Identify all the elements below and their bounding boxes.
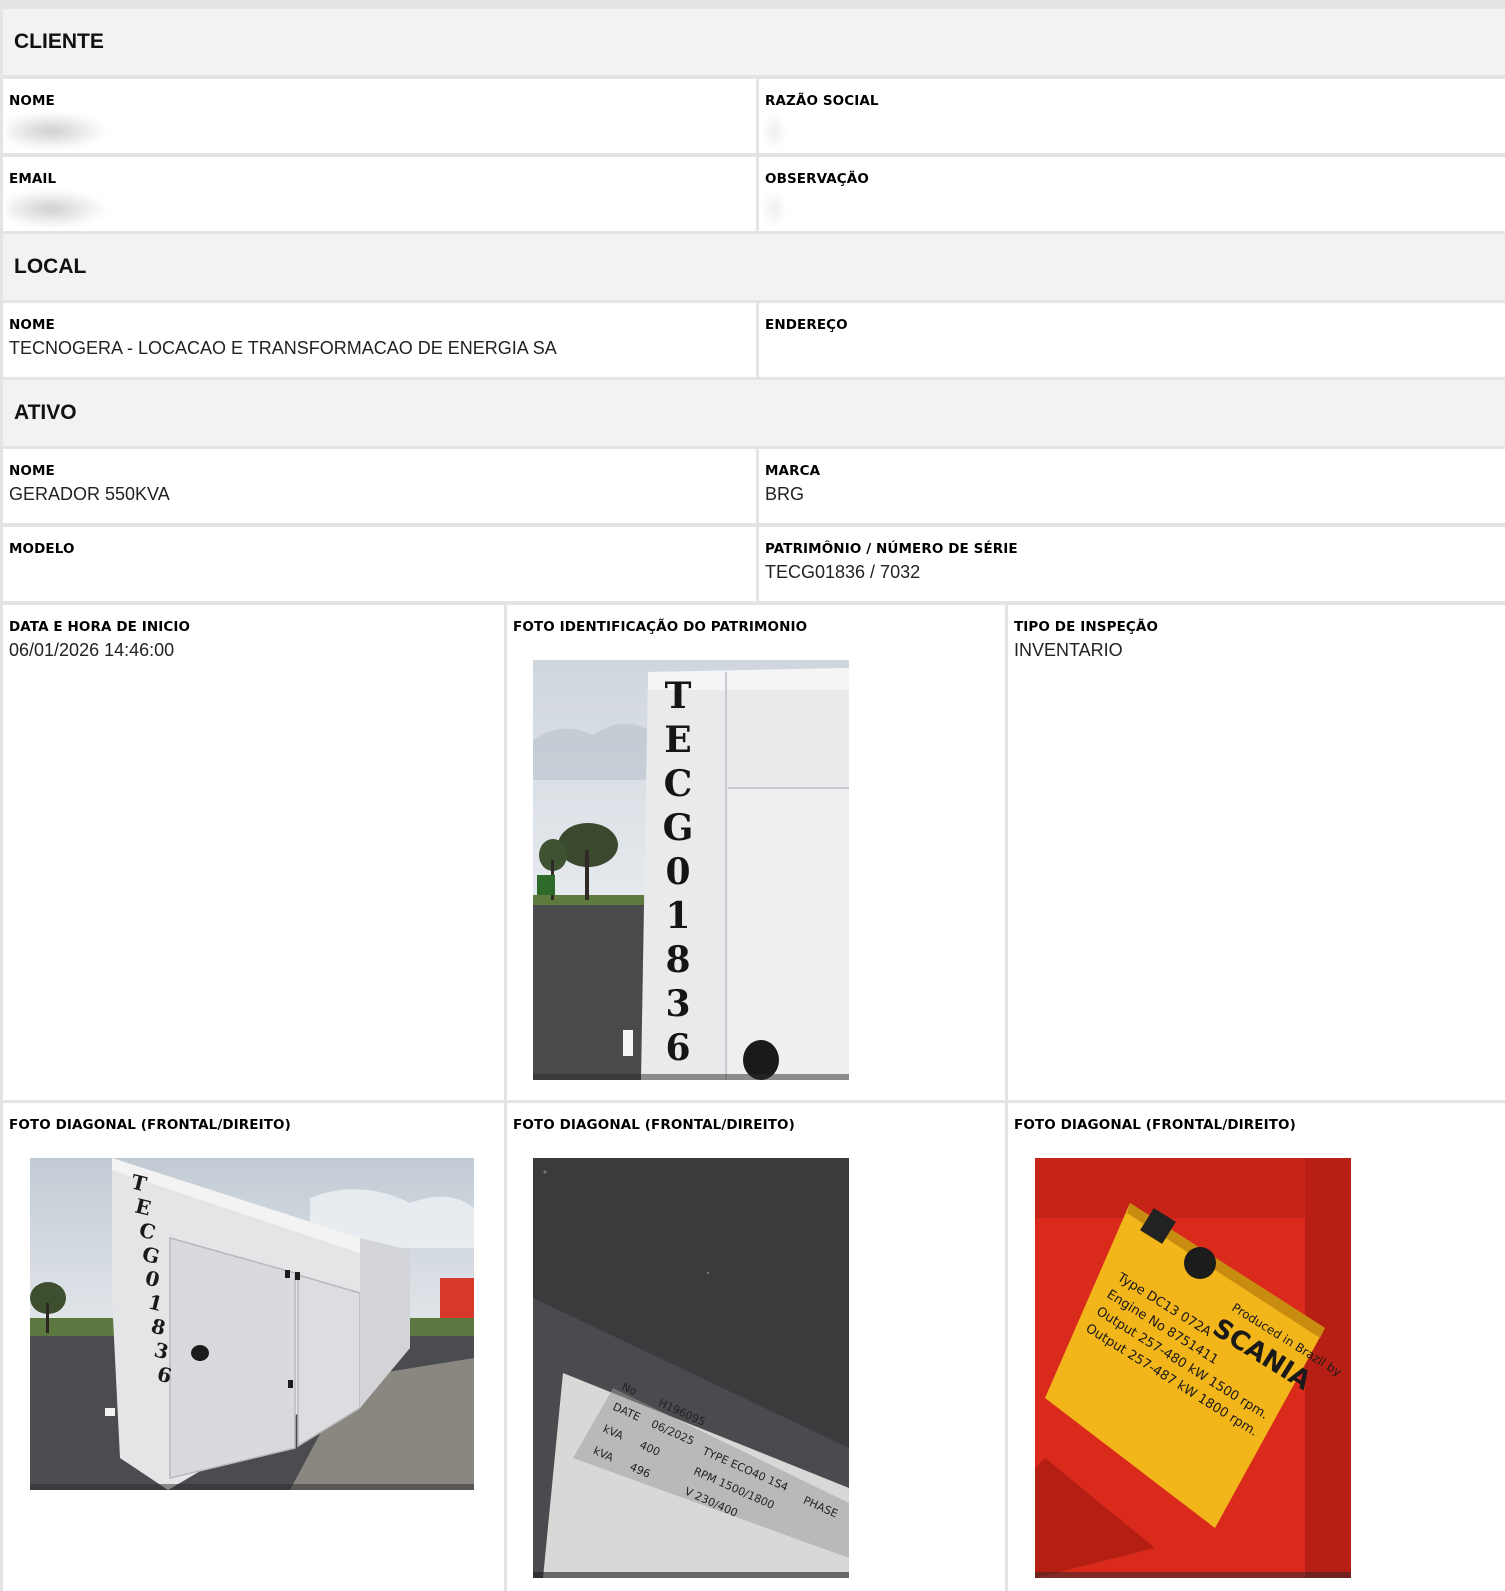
section-title: LOCAL: [14, 255, 87, 278]
field-cliente-observacao: OBSERVAÇÃO: [759, 157, 1505, 231]
redacted-value: [763, 113, 785, 149]
field-label: NOME: [9, 317, 55, 333]
generator-stencil-image: T E C G 0 1 8 3 6: [533, 660, 849, 1080]
generator-diagonal-image: T E C G 0 1 8 3 6: [30, 1158, 474, 1490]
svg-text:3: 3: [665, 983, 690, 1025]
field-value: TECG01836 / 7032: [765, 562, 921, 582]
field-foto-diagonal-3: FOTO DIAGONAL (FRONTAL/DIREITO) SCANIA P…: [1008, 1103, 1505, 1591]
field-cliente-razao-social: RAZÃO SOCIAL: [759, 79, 1505, 153]
section-title: CLIENTE: [14, 30, 104, 53]
svg-text:6: 6: [665, 1027, 690, 1069]
field-label: NOME: [9, 93, 55, 109]
svg-text:1: 1: [665, 895, 690, 937]
field-label: EMAIL: [9, 171, 57, 187]
field-local-endereco: ENDEREÇO: [759, 303, 1505, 377]
svg-text:0: 0: [665, 851, 690, 893]
field-label: DATA E HORA DE INICIO: [9, 619, 191, 635]
field-label: NOME: [9, 463, 55, 479]
redacted-value: [763, 191, 785, 227]
field-label: MARCA: [765, 463, 821, 479]
svg-text:G: G: [663, 807, 694, 849]
field-ativo-marca: MARCA BRG: [759, 449, 1505, 523]
field-label: FOTO DIAGONAL (FRONTAL/DIREITO): [1014, 1117, 1296, 1133]
field-value: INVENTARIO: [1014, 640, 1123, 660]
field-value: GERADOR 550KVA: [9, 484, 170, 504]
field-label: PATRIMÔNIO / NÚMERO DE SÉRIE: [765, 541, 1018, 557]
stencil-text: T: [665, 675, 692, 717]
field-cliente-nome: NOME: [3, 79, 756, 153]
field-label: ENDEREÇO: [765, 317, 848, 333]
field-foto-identificacao: FOTO IDENTIFICAÇÃO DO PATRIMONIO T E C G…: [507, 605, 1005, 1100]
alternator-nameplate-image: NoH196095 DATE06/2025 TYPE ECO40 1S4 RPM…: [533, 1158, 849, 1578]
field-ativo-patrimonio: PATRIMÔNIO / NÚMERO DE SÉRIE TECG01836 /…: [759, 527, 1505, 601]
field-label: FOTO IDENTIFICAÇÃO DO PATRIMONIO: [513, 619, 808, 635]
field-foto-diagonal-2: FOTO DIAGONAL (FRONTAL/DIREITO) No H19609…: [507, 1103, 1005, 1591]
field-label: RAZÃO SOCIAL: [765, 93, 879, 109]
redacted-value: [7, 191, 105, 227]
section-header-cliente: CLIENTE: [3, 9, 1505, 75]
field-label: FOTO DIAGONAL (FRONTAL/DIREITO): [513, 1117, 795, 1133]
redacted-value: [7, 113, 105, 149]
field-cliente-email: EMAIL: [3, 157, 756, 231]
photo-asset-identification[interactable]: T E C G 0 1 8 3 6: [533, 660, 849, 1080]
engine-plate-image: SCANIA Produced in Brazil by Type DC13 0…: [1035, 1158, 1351, 1578]
field-foto-diagonal-1: FOTO DIAGONAL (FRONTAL/DIREITO) T E C G …: [3, 1103, 504, 1591]
section-header-local: LOCAL: [3, 234, 1505, 300]
field-ativo-nome: NOME GERADOR 550KVA: [3, 449, 756, 523]
field-data-hora-inicio: DATA E HORA DE INICIO 06/01/2026 14:46:0…: [3, 605, 504, 1100]
section-title: ATIVO: [14, 401, 77, 424]
field-value: BRG: [765, 484, 805, 504]
photo-diagonal-nameplate[interactable]: No H196095 DATE 06/2025 TYPE ECO40 1S4 RPM…: [533, 1158, 849, 1578]
photo-diagonal-generator[interactable]: T E C G 0 1 8 3 6: [30, 1158, 474, 1490]
field-label: TIPO DE INSPEÇÃO: [1014, 619, 1159, 635]
photo-diagonal-engine-plate[interactable]: SCANIA Produced in Brazil by Type DC13 0…: [1035, 1158, 1351, 1578]
inspection-report: CLIENTE NOME RAZÃO SOCIAL EMAIL OBSERVAÇ…: [0, 0, 1505, 1591]
svg-text:C: C: [664, 763, 693, 805]
field-value: TECNOGERA - LOCACAO E TRANSFORMACAO DE E…: [9, 338, 557, 358]
field-local-nome: NOME TECNOGERA - LOCACAO E TRANSFORMACAO…: [3, 303, 756, 377]
svg-text:8: 8: [665, 939, 690, 981]
field-label: FOTO DIAGONAL (FRONTAL/DIREITO): [9, 1117, 291, 1133]
field-label: OBSERVAÇÃO: [765, 171, 869, 187]
svg-text:E: E: [664, 719, 691, 761]
field-ativo-modelo: MODELO: [3, 527, 756, 601]
field-value: 06/01/2026 14:46:00: [9, 640, 175, 660]
field-label: MODELO: [9, 541, 75, 557]
section-header-ativo: ATIVO: [3, 380, 1505, 446]
field-tipo-inspecao: TIPO DE INSPEÇÃO INVENTARIO: [1008, 605, 1505, 1100]
